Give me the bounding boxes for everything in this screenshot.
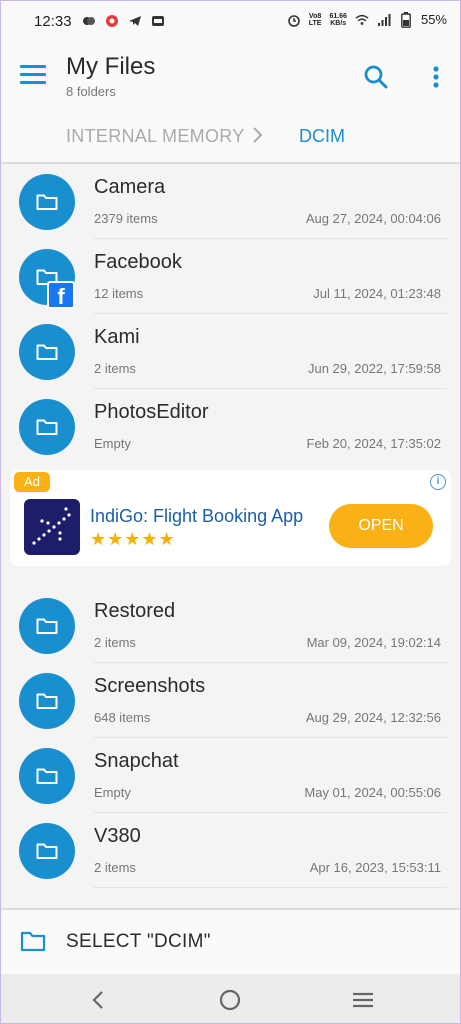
folder-count: 8 folders — [66, 84, 116, 99]
folder-icon — [19, 174, 75, 230]
folder-name: Camera — [94, 176, 166, 198]
folder-icon — [19, 399, 75, 455]
folder-date: Apr 16, 2023, 15:53:11 — [309, 860, 441, 875]
status-bar: 12:33 Vo8 LTE 61.66 KB/s 55% — [0, 0, 461, 44]
folder-date: Aug 29, 2024, 12:32:56 — [305, 710, 441, 725]
battery-percent: 55% — [420, 12, 447, 27]
folder-list: Camera 2379 items Aug 27, 2024, 00:04:06… — [0, 164, 461, 888]
folder-name: V380 — [94, 825, 141, 847]
folder-date: Jul 11, 2024, 01:23:48 — [313, 286, 441, 301]
indigo-logo-icon — [24, 499, 80, 555]
folder-row-snapchat[interactable]: Snapchat Empty May 01, 2024, 00:55:06 — [0, 738, 461, 813]
folder-item-count: Empty — [94, 785, 131, 800]
folder-row-camera[interactable]: Camera 2379 items Aug 27, 2024, 00:04:06 — [0, 164, 461, 239]
volte-label: Vo8 — [308, 12, 322, 20]
ad-banner: Ad i IndiGo: Flight Booking App ★★★★★ OP… — [0, 464, 461, 588]
more-vert-icon[interactable] — [431, 65, 441, 89]
breadcrumb: INTERNAL MEMORY DCIM — [0, 114, 461, 164]
folder-row-restored[interactable]: Restored 2 items Mar 09, 2024, 19:02:14 — [0, 588, 461, 663]
signal-icon — [377, 13, 391, 27]
ad-badge: Ad — [14, 472, 50, 492]
alarm-icon — [287, 13, 301, 27]
facebook-icon: f — [47, 281, 75, 309]
net-speed-value: 61.66 — [329, 12, 347, 20]
net-speed-unit: KB/s — [330, 19, 347, 27]
folder-name: PhotosEditor — [94, 401, 209, 423]
star-icons: ★★★★★ — [90, 529, 176, 549]
folder-item-count: 2 items — [94, 361, 136, 376]
battery-icon — [399, 11, 413, 28]
nav-back-icon[interactable] — [85, 987, 111, 1013]
gallery-notification-icon — [151, 14, 165, 28]
status-time: 12:33 — [34, 13, 72, 30]
nav-recents-icon[interactable] — [350, 987, 376, 1013]
folder-row-photoseditor[interactable]: PhotosEditor Empty Feb 20, 2024, 17:35:0… — [0, 389, 461, 464]
folder-row-v380[interactable]: V380 2 items Apr 16, 2023, 15:53:11 — [0, 813, 461, 888]
folder-row-screenshots[interactable]: Screenshots 648 items Aug 29, 2024, 12:3… — [0, 663, 461, 738]
folder-date: Jun 29, 2022, 17:59:58 — [307, 361, 441, 376]
select-folder-button[interactable]: SELECT "DCIM" — [0, 908, 461, 976]
folder-icon — [19, 748, 75, 804]
system-nav-bar — [0, 974, 461, 1024]
breadcrumb-internal-memory[interactable]: INTERNAL MEMORY — [66, 126, 245, 147]
app-notification-icon — [82, 14, 96, 28]
folder-name: Facebook — [94, 251, 182, 273]
folder-name: Screenshots — [94, 675, 206, 697]
folder-date: Feb 20, 2024, 17:35:02 — [306, 436, 441, 451]
divider — [94, 887, 447, 888]
folder-date: Mar 09, 2024, 19:02:14 — [306, 635, 441, 650]
nav-home-icon[interactable] — [217, 987, 243, 1013]
folder-date: Aug 27, 2024, 00:04:06 — [305, 211, 441, 226]
folder-name: Restored — [94, 600, 176, 622]
hamburger-icon[interactable] — [20, 65, 46, 85]
folder-row-facebook[interactable]: f Facebook 12 items Jul 11, 2024, 01:23:… — [0, 239, 461, 314]
select-folder-label: SELECT "DCIM" — [66, 931, 211, 952]
network-speed: 61.66 KB/s — [329, 13, 347, 27]
app-bar: My Files 8 folders — [0, 44, 461, 114]
notification-icons — [82, 14, 165, 28]
folder-row-kami[interactable]: Kami 2 items Jun 29, 2022, 17:59:58 — [0, 314, 461, 389]
folder-name: Kami — [94, 326, 140, 348]
folder-item-count: Empty — [94, 436, 131, 451]
info-icon[interactable]: i — [430, 474, 446, 490]
folder-icon — [19, 324, 75, 380]
breadcrumb-dcim[interactable]: DCIM — [299, 126, 345, 147]
wifi-icon — [355, 13, 369, 27]
folder-icon — [19, 673, 75, 729]
chevron-right-icon — [250, 126, 264, 144]
folder-item-count: 2379 items — [94, 211, 158, 226]
volte-indicator: Vo8 LTE — [309, 13, 322, 27]
system-status-icons: Vo8 LTE 61.66 KB/s 55% — [287, 11, 447, 28]
folder-item-count: 2 items — [94, 635, 136, 650]
open-button[interactable]: OPEN — [329, 504, 433, 548]
ad-title: IndiGo: Flight Booking App — [90, 506, 304, 526]
network-type-label: LTE — [308, 19, 322, 27]
folder-name: Snapchat — [94, 750, 179, 772]
rating-stars: ★★★★★ — [90, 529, 176, 550]
folder-item-count: 648 items — [94, 710, 151, 725]
folder-item-count: 2 items — [94, 860, 136, 875]
folder-date: May 01, 2024, 00:55:06 — [304, 785, 441, 800]
telegram-icon — [128, 14, 142, 28]
folder-outline-icon — [20, 930, 46, 952]
search-icon[interactable] — [363, 64, 389, 90]
folder-icon — [19, 598, 75, 654]
folder-icon — [19, 823, 75, 879]
red-app-notification-icon — [105, 14, 119, 28]
page-title: My Files — [66, 53, 156, 80]
folder-item-count: 12 items — [94, 286, 144, 301]
